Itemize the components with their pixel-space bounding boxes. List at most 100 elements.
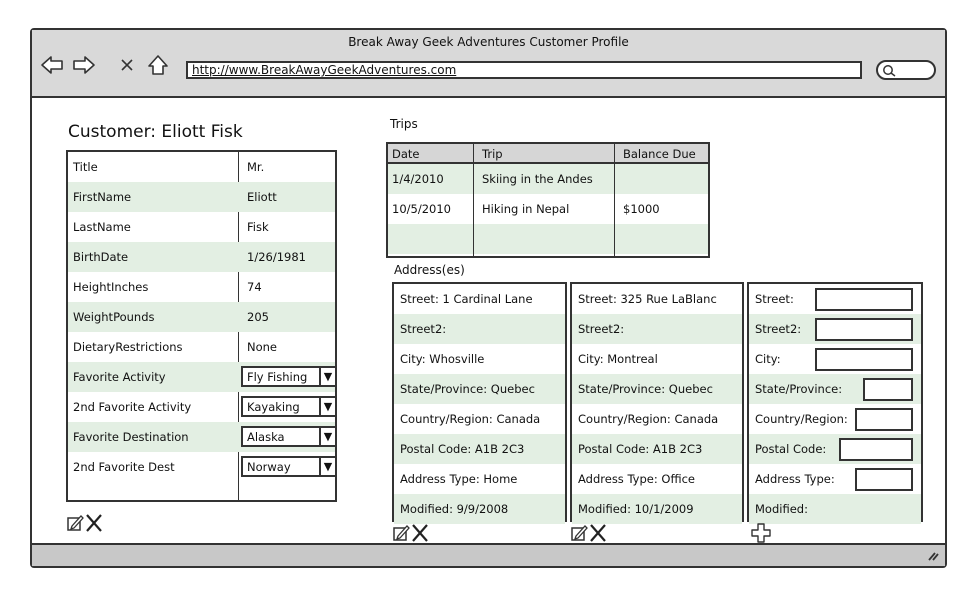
attribute-label: 2nd Favorite Activity <box>73 400 192 414</box>
attribute-row: Favorite Destination Alaska ▼ <box>68 422 337 452</box>
address-field-row: Address Type: Home <box>394 464 565 494</box>
url-text[interactable]: http://www.BreakAwayGeekAdventures.com <box>192 63 456 77</box>
column-header-date[interactable]: Date <box>392 147 420 161</box>
attribute-label: 2nd Favorite Dest <box>73 460 175 474</box>
new-address-state-input[interactable] <box>863 378 913 401</box>
customer-heading: Customer: Eliott Fisk <box>68 122 243 142</box>
address-field-row: Country/Region: <box>749 404 921 434</box>
edit-icon[interactable] <box>571 525 588 541</box>
search-icon <box>883 65 896 77</box>
table-row[interactable] <box>388 224 708 254</box>
address-city: City: Whosville <box>400 352 485 366</box>
new-address-type-label: Address Type: <box>755 472 835 486</box>
delete-icon[interactable] <box>86 514 102 532</box>
dropdown-value[interactable]: Fly Fishing <box>247 370 307 384</box>
attribute-dropdown[interactable]: Norway ▼ <box>241 456 337 477</box>
delete-icon[interactable] <box>412 524 428 542</box>
dropdown-arrow-icon[interactable]: ▼ <box>319 368 335 385</box>
address-street: Street: 1 Cardinal Lane <box>400 292 533 306</box>
address-field-row: Street2: <box>572 314 742 344</box>
address-card: Street: 325 Rue LaBlanc Street2: City: Mon… <box>570 282 744 524</box>
trips-label: Trips <box>390 117 418 131</box>
address-field-row: Street2: <box>749 314 921 344</box>
new-address-street-label: Street: <box>755 292 794 306</box>
dropdown-arrow-icon[interactable]: ▼ <box>319 458 335 475</box>
column-header-balance[interactable]: Balance Due <box>623 147 696 161</box>
addresses-label: Address(es) <box>394 263 465 277</box>
customer-edit-delete-actions <box>66 512 106 534</box>
search-box[interactable] <box>876 60 936 80</box>
address-field-row: City: Whosville <box>394 344 565 374</box>
new-address-postal-input[interactable] <box>839 438 913 461</box>
address-field-row: State/Province: Quebec <box>394 374 565 404</box>
address-field-row: Street: 1 Cardinal Lane <box>394 284 565 314</box>
trip-name: Skiing in the Andes <box>482 172 593 186</box>
browser-window: Break Away Geek Adventures Customer Prof… <box>30 28 947 568</box>
attribute-row: Title Mr. <box>68 152 335 182</box>
address-field-row: Modified: <box>749 494 921 524</box>
add-icon[interactable] <box>750 522 772 544</box>
dropdown-value[interactable]: Alaska <box>247 430 285 444</box>
table-row[interactable]: 10/5/2010 Hiking in Nepal $1000 <box>388 194 708 224</box>
dropdown-arrow-icon[interactable]: ▼ <box>319 428 335 445</box>
attribute-label: BirthDate <box>73 250 129 264</box>
window-title: Break Away Geek Adventures Customer Prof… <box>348 35 629 49</box>
attribute-label: WeightPounds <box>73 310 155 324</box>
attribute-row: WeightPounds 205 <box>68 302 335 332</box>
address-field-row: Country/Region: Canada <box>394 404 565 434</box>
attribute-dropdown[interactable]: Fly Fishing ▼ <box>241 366 337 387</box>
trip-date: 1/4/2010 <box>392 172 444 186</box>
new-address-type-input[interactable] <box>855 468 913 491</box>
attribute-value: Mr. <box>247 160 265 174</box>
trips-table: Date Trip Balance Due 1/4/2010 Skiing in… <box>386 142 710 258</box>
address-postal: Postal Code: A1B 2C3 <box>578 442 703 456</box>
column-header-trip[interactable]: Trip <box>482 147 503 161</box>
address-field-row: Postal Code: <box>749 434 921 464</box>
close-icon[interactable] <box>120 54 134 76</box>
attribute-value: 205 <box>247 310 269 324</box>
address-modified: Modified: 9/9/2008 <box>400 502 509 516</box>
address-field-row: Street2: <box>394 314 565 344</box>
attribute-label: FirstName <box>73 190 132 204</box>
attribute-dropdown[interactable]: Alaska ▼ <box>241 426 337 447</box>
dropdown-arrow-icon[interactable]: ▼ <box>319 398 335 415</box>
column-divider <box>473 144 474 256</box>
new-address-city-input[interactable] <box>815 348 913 371</box>
attribute-row: Favorite Activity Fly Fishing ▼ <box>68 362 337 392</box>
address-field-row: State/Province: <box>749 374 921 404</box>
address-street: Street: 325 Rue LaBlanc <box>578 292 717 306</box>
resize-grip-icon[interactable] <box>927 551 939 561</box>
delete-icon[interactable] <box>590 524 606 542</box>
address-field-row: Street: <box>749 284 921 314</box>
attribute-label: Title <box>73 160 98 174</box>
new-address-street2-label: Street2: <box>755 322 802 336</box>
attribute-row: 2nd Favorite Dest Norway ▼ <box>68 452 337 482</box>
table-row[interactable]: 1/4/2010 Skiing in the Andes <box>388 164 708 194</box>
new-address-city-label: City: <box>755 352 781 366</box>
new-address-street2-input[interactable] <box>815 318 913 341</box>
edit-icon[interactable] <box>393 525 410 541</box>
address-field-row: Modified: 9/9/2008 <box>394 494 565 524</box>
address-country: Country/Region: Canada <box>578 412 719 426</box>
forward-arrow-icon[interactable] <box>72 54 96 76</box>
address-field-row: Postal Code: A1B 2C3 <box>572 434 742 464</box>
customer-attributes-table: Title Mr. FirstName Eliott LastName Fisk Birth… <box>66 150 337 502</box>
address-field-row: State/Province: Quebec <box>572 374 742 404</box>
dropdown-value[interactable]: Norway <box>247 460 291 474</box>
address-country: Country/Region: Canada <box>400 412 541 426</box>
edit-icon[interactable] <box>67 515 84 531</box>
new-address-state-label: State/Province: <box>755 382 843 396</box>
attribute-row: FirstName Eliott <box>68 182 335 212</box>
new-address-street-input[interactable] <box>815 288 913 311</box>
dropdown-value[interactable]: Kayaking <box>247 400 300 414</box>
address-street2: Street2: <box>400 322 447 336</box>
attribute-row: BirthDate 1/26/1981 <box>68 242 335 272</box>
trip-balance: $1000 <box>623 202 660 216</box>
attribute-label: Favorite Activity <box>73 370 166 384</box>
back-arrow-icon[interactable] <box>40 54 64 76</box>
address-type: Address Type: Office <box>578 472 695 486</box>
new-address-country-input[interactable] <box>855 408 913 431</box>
attribute-dropdown[interactable]: Kayaking ▼ <box>241 396 337 417</box>
home-icon[interactable] <box>146 54 170 76</box>
address-bar[interactable]: http://www.BreakAwayGeekAdventures.com <box>186 61 862 79</box>
